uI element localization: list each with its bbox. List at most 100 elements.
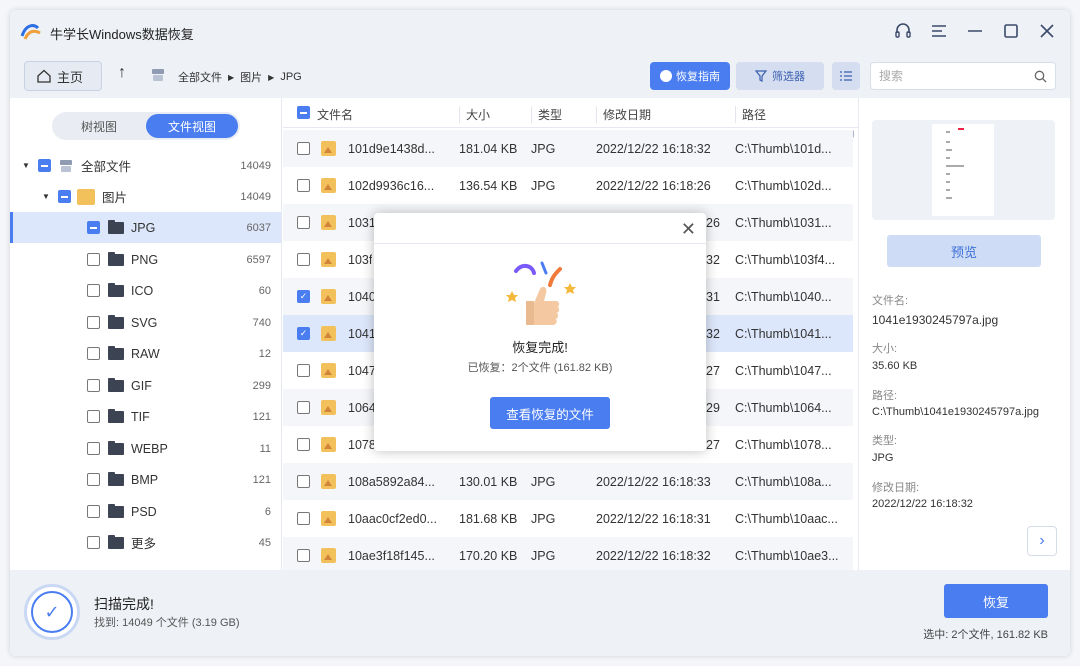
- tree-item-bmp[interactable]: BMP 121: [10, 464, 281, 495]
- folder-icon: [108, 440, 124, 455]
- row-checkbox[interactable]: [297, 512, 310, 525]
- tree-item-tif[interactable]: TIF 121: [10, 401, 281, 432]
- column-header-date[interactable]: 修改日期: [596, 106, 651, 123]
- tree-item-webp[interactable]: WEBP 11: [10, 433, 281, 464]
- column-header-type[interactable]: 类型: [531, 106, 562, 123]
- tree-item-gif[interactable]: GIF 299: [10, 370, 281, 401]
- table-row[interactable]: 101d9e1438d... 181.04 KB JPG 2022/12/22 …: [283, 130, 853, 167]
- tree-label: 图片: [102, 191, 128, 205]
- image-file-icon: [321, 363, 336, 378]
- column-header-name[interactable]: 文件名: [317, 106, 353, 123]
- search-input[interactable]: [879, 69, 1019, 83]
- view-recovered-files-button[interactable]: 查看恢复的文件: [490, 397, 610, 429]
- recover-button[interactable]: 恢复: [944, 584, 1048, 618]
- tree-item-svg[interactable]: SVG 740: [10, 307, 281, 338]
- tree-count: 6037: [246, 221, 271, 234]
- folder-icon: [108, 377, 124, 392]
- cell-type: JPG: [531, 474, 556, 489]
- row-checkbox[interactable]: [297, 253, 310, 266]
- checkbox[interactable]: [87, 442, 100, 455]
- column-header-size[interactable]: 大小: [459, 106, 490, 123]
- checkbox[interactable]: [87, 316, 100, 329]
- checkbox[interactable]: [87, 253, 100, 266]
- recovery-guide-button[interactable]: 恢复指南: [650, 62, 730, 90]
- image-file-icon: [321, 474, 336, 489]
- file-view-tab[interactable]: 文件视图: [146, 114, 238, 138]
- cell-size: 136.54 KB: [459, 178, 518, 193]
- table-row[interactable]: 10ae3f18f145... 170.20 KB JPG 2022/12/22…: [283, 537, 853, 574]
- minimize-icon[interactable]: [964, 20, 986, 42]
- checkbox[interactable]: [87, 473, 100, 486]
- tree-count: 12: [258, 347, 271, 360]
- home-button[interactable]: 主页: [24, 61, 102, 91]
- select-all-checkbox[interactable]: [297, 106, 310, 119]
- column-header-path[interactable]: 路径: [735, 106, 766, 123]
- cell-size: 170.20 KB: [459, 548, 518, 563]
- menu-icon[interactable]: [928, 20, 950, 42]
- window-controls: [892, 20, 1058, 42]
- preview-button[interactable]: 预览: [887, 235, 1041, 267]
- checkbox[interactable]: [87, 347, 100, 360]
- filter-button[interactable]: 筛选器: [736, 62, 824, 90]
- row-checkbox[interactable]: [297, 549, 310, 562]
- folder-icon: [108, 345, 124, 360]
- breadcrumb-item[interactable]: JPG: [280, 71, 301, 83]
- row-checkbox[interactable]: [297, 179, 310, 192]
- row-checkbox[interactable]: [297, 401, 310, 414]
- list-icon: [840, 71, 852, 81]
- cell-date: 31: [706, 289, 720, 304]
- row-checkbox[interactable]: [297, 475, 310, 488]
- row-checkbox[interactable]: [297, 438, 310, 451]
- support-headset-icon[interactable]: [892, 20, 914, 42]
- checkbox[interactable]: [87, 410, 100, 423]
- cell-size: 181.04 KB: [459, 141, 518, 156]
- guide-icon: [660, 70, 672, 82]
- image-file-icon: [321, 400, 336, 415]
- table-row[interactable]: 10aac0cf2ed0... 181.68 KB JPG 2022/12/22…: [283, 500, 853, 537]
- checkbox[interactable]: [58, 190, 71, 203]
- tree-item-psd[interactable]: PSD 6: [10, 496, 281, 527]
- preview-thumbnail: [872, 120, 1055, 220]
- row-checkbox[interactable]: [297, 216, 310, 229]
- row-checkbox-checked[interactable]: ✓: [297, 290, 310, 303]
- tree-item-ico[interactable]: ICO 60: [10, 275, 281, 306]
- toolbar: 主页 ↑ 全部文件 ▶ 图片 ▶ JPG 恢复指南 筛选器: [10, 54, 1070, 98]
- folder-icon: [108, 471, 124, 486]
- row-checkbox-checked[interactable]: ✓: [297, 327, 310, 340]
- tree-item-more[interactable]: 更多 45: [10, 527, 281, 558]
- close-icon[interactable]: [1036, 20, 1058, 42]
- table-row[interactable]: 108a5892a84... 130.01 KB JPG 2022/12/22 …: [283, 463, 853, 500]
- search-icon[interactable]: [1034, 70, 1047, 83]
- cell-path: C:\Thumb\10ae3...: [735, 548, 839, 563]
- caret-down-icon[interactable]: ▼: [20, 161, 32, 170]
- maximize-icon[interactable]: [1000, 20, 1022, 42]
- prop-value-date: 2022/12/22 16:18:32: [872, 498, 973, 510]
- checkbox[interactable]: [87, 536, 100, 549]
- tree-item-jpg[interactable]: JPG 6037: [10, 212, 281, 243]
- next-button[interactable]: ›: [1027, 526, 1057, 556]
- tree-item-png[interactable]: PNG 6597: [10, 244, 281, 275]
- list-view-button[interactable]: [832, 62, 860, 90]
- caret-down-icon[interactable]: ▼: [40, 192, 52, 201]
- row-checkbox[interactable]: [297, 142, 310, 155]
- dialog-close-icon[interactable]: ✕: [681, 219, 696, 240]
- tree-view-tab[interactable]: 树视图: [52, 112, 146, 140]
- cell-name: 103f: [348, 252, 373, 267]
- tree-count: 6: [264, 505, 271, 518]
- up-arrow-icon[interactable]: ↑: [118, 64, 126, 82]
- table-row[interactable]: 102d9936c16... 136.54 KB JPG 2022/12/22 …: [283, 167, 853, 204]
- tree-item-all-files[interactable]: ▼ 全部文件 14049: [10, 150, 281, 181]
- checkbox[interactable]: [87, 505, 100, 518]
- breadcrumb-item[interactable]: 图片: [240, 69, 262, 85]
- tree-item-images[interactable]: ▼ 图片 14049: [10, 181, 281, 212]
- folder-icon: [108, 534, 124, 549]
- checkbox[interactable]: [87, 284, 100, 297]
- row-checkbox[interactable]: [297, 364, 310, 377]
- checkbox[interactable]: [87, 379, 100, 392]
- tree-item-raw[interactable]: RAW 12: [10, 338, 281, 369]
- checkbox[interactable]: [87, 221, 100, 234]
- folder-icon: [108, 219, 124, 234]
- breadcrumb-item[interactable]: 全部文件: [178, 69, 222, 85]
- checkbox[interactable]: [38, 159, 51, 172]
- tree-label: 更多: [131, 537, 157, 551]
